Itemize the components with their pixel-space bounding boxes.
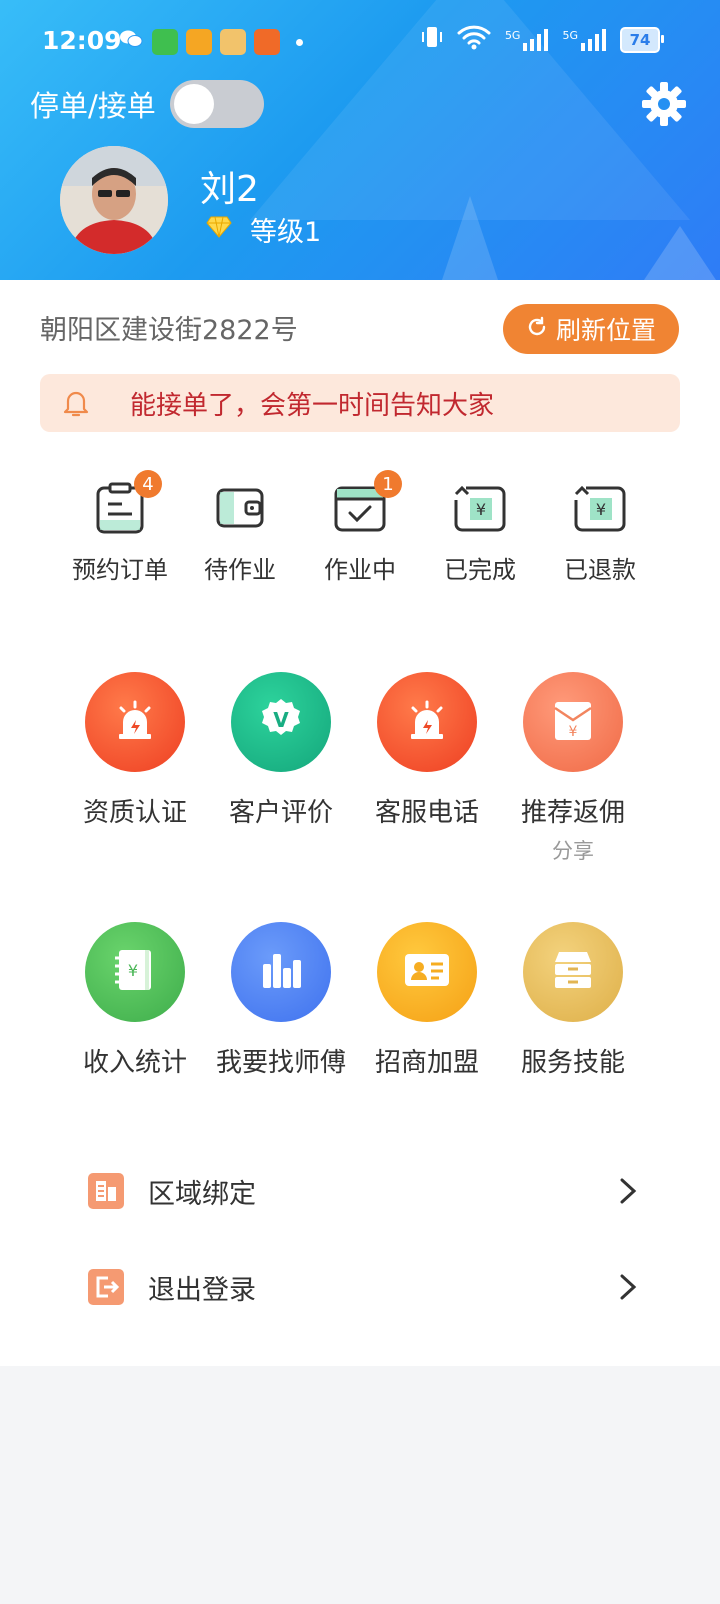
menu-item-region-bind[interactable]: 区域绑定 bbox=[0, 1146, 720, 1236]
order-tab-label: 已完成 bbox=[444, 556, 516, 584]
order-tab-pending[interactable]: 待作业 bbox=[180, 480, 300, 585]
order-status-row: 4 预约订单 待作业 1 作业中 ¥ 已完成 ¥ 已退款 bbox=[0, 470, 720, 590]
region-bind-icon bbox=[88, 1173, 124, 1209]
signal-icon-1: 5G bbox=[505, 29, 549, 51]
service-sublabel: 分享 bbox=[552, 839, 594, 863]
verified-badge-icon: V bbox=[256, 695, 306, 749]
signal-icon-2: 5G bbox=[562, 29, 606, 51]
status-bar: 12:09 5G 5G 74 bbox=[0, 0, 720, 80]
service-label: 推荐返佣 bbox=[520, 798, 625, 828]
menu-item-label: 区域绑定 bbox=[148, 1178, 256, 1210]
svg-text:¥: ¥ bbox=[476, 500, 486, 519]
user-level: 等级1 bbox=[206, 210, 321, 249]
menu-item-logout[interactable]: 退出登录 bbox=[0, 1242, 720, 1332]
bell-icon bbox=[60, 387, 92, 419]
profile-header: 12:09 5G 5G 74 停单/接单 刘2 等级1 bbox=[0, 0, 720, 280]
income-stats-button[interactable]: ¥ 收入统计 bbox=[60, 922, 210, 1079]
cabinet-icon bbox=[551, 948, 595, 996]
refresh-location-button[interactable]: 刷新位置 bbox=[503, 304, 679, 354]
customer-service-phone-button[interactable]: 客服电话 bbox=[352, 672, 502, 829]
level-label: 等级1 bbox=[250, 217, 322, 248]
referral-commission-button[interactable]: ¥ 推荐返佣 分享 bbox=[498, 672, 648, 865]
svg-text:¥: ¥ bbox=[128, 961, 138, 980]
service-label: 我要找师傅 bbox=[215, 1048, 346, 1078]
order-badge: 4 bbox=[134, 470, 162, 498]
logout-icon bbox=[88, 1269, 124, 1305]
svg-text:¥: ¥ bbox=[596, 500, 606, 519]
iqiyi-icon bbox=[152, 29, 178, 55]
service-label: 客户评价 bbox=[228, 798, 333, 828]
accept-orders-toggle[interactable] bbox=[169, 80, 264, 128]
diamond-icon bbox=[206, 214, 250, 245]
settings-gear-icon[interactable] bbox=[640, 80, 688, 128]
toggle-knob bbox=[173, 84, 214, 124]
qualification-button[interactable]: 资质认证 bbox=[60, 672, 210, 829]
order-tab-label: 待作业 bbox=[204, 556, 276, 584]
service-label: 招商加盟 bbox=[374, 1048, 479, 1078]
refresh-icon bbox=[526, 315, 548, 344]
order-tab-completed[interactable]: ¥ 已完成 bbox=[420, 480, 540, 585]
order-tab-in-progress[interactable]: 1 作业中 bbox=[300, 470, 420, 585]
weibo-icon bbox=[186, 29, 212, 55]
calendar-check-icon bbox=[332, 486, 388, 540]
alarm-light-icon bbox=[111, 696, 159, 748]
refresh-label: 刷新位置 bbox=[555, 316, 656, 345]
wechat-icon bbox=[118, 26, 144, 58]
order-tab-label: 已退款 bbox=[564, 556, 636, 584]
status-time: 12:09 bbox=[42, 26, 122, 55]
battery-icon: 74 bbox=[620, 27, 664, 53]
notice-banner: 能接单了，会第一时间告知大家 bbox=[40, 374, 680, 432]
toggle-label: 停单/接单 bbox=[30, 89, 156, 123]
chevron-right-icon bbox=[616, 1176, 640, 1206]
service-label: 客服电话 bbox=[374, 798, 479, 828]
service-skills-button[interactable]: 服务技能 bbox=[498, 922, 648, 1079]
yuan-refund-icon: ¥ bbox=[572, 485, 628, 540]
order-badge: 1 bbox=[374, 470, 402, 498]
bar-chart-icon bbox=[259, 948, 303, 996]
chevron-right-icon bbox=[616, 1272, 640, 1302]
yuan-return-icon: ¥ bbox=[452, 485, 508, 540]
customer-review-button[interactable]: V 客户评价 bbox=[206, 672, 356, 829]
id-card-icon bbox=[403, 950, 451, 994]
main-panel: 朝阳区建设街2822号 刷新位置 能接单了，会第一时间告知大家 4 预约订单 待… bbox=[0, 280, 720, 1366]
service-label: 收入统计 bbox=[82, 1048, 187, 1078]
app-icon-orange bbox=[254, 29, 280, 55]
franchise-button[interactable]: 招商加盟 bbox=[352, 922, 502, 1079]
menu-item-label: 退出登录 bbox=[148, 1274, 256, 1306]
svg-text:V: V bbox=[273, 708, 289, 732]
notice-text: 能接单了，会第一时间告知大家 bbox=[130, 390, 495, 421]
vibrate-icon bbox=[421, 25, 443, 55]
wifi-icon bbox=[457, 24, 491, 56]
order-tab-label: 预约订单 bbox=[72, 556, 168, 584]
svg-text:¥: ¥ bbox=[569, 724, 578, 740]
clipboard-icon bbox=[92, 482, 148, 540]
current-address: 朝阳区建设街2822号 bbox=[40, 315, 298, 346]
order-tab-refunded[interactable]: ¥ 已退款 bbox=[540, 480, 660, 585]
service-label: 服务技能 bbox=[520, 1048, 625, 1078]
username: 刘2 bbox=[200, 169, 259, 210]
order-tab-label: 作业中 bbox=[324, 556, 396, 584]
order-toggle-row: 停单/接单 bbox=[30, 80, 264, 128]
app-icon bbox=[220, 29, 246, 55]
notification-icons bbox=[118, 26, 303, 58]
service-label: 资质认证 bbox=[82, 798, 187, 828]
more-notifications-icon bbox=[296, 38, 303, 46]
alarm-light-icon bbox=[403, 696, 451, 748]
find-master-button[interactable]: 我要找师傅 bbox=[206, 922, 356, 1079]
wallet-icon bbox=[212, 488, 268, 540]
avatar[interactable] bbox=[60, 146, 168, 254]
red-envelope-icon: ¥ bbox=[551, 696, 595, 748]
ledger-icon: ¥ bbox=[113, 946, 157, 998]
order-tab-reserved[interactable]: 4 预约订单 bbox=[60, 470, 180, 585]
